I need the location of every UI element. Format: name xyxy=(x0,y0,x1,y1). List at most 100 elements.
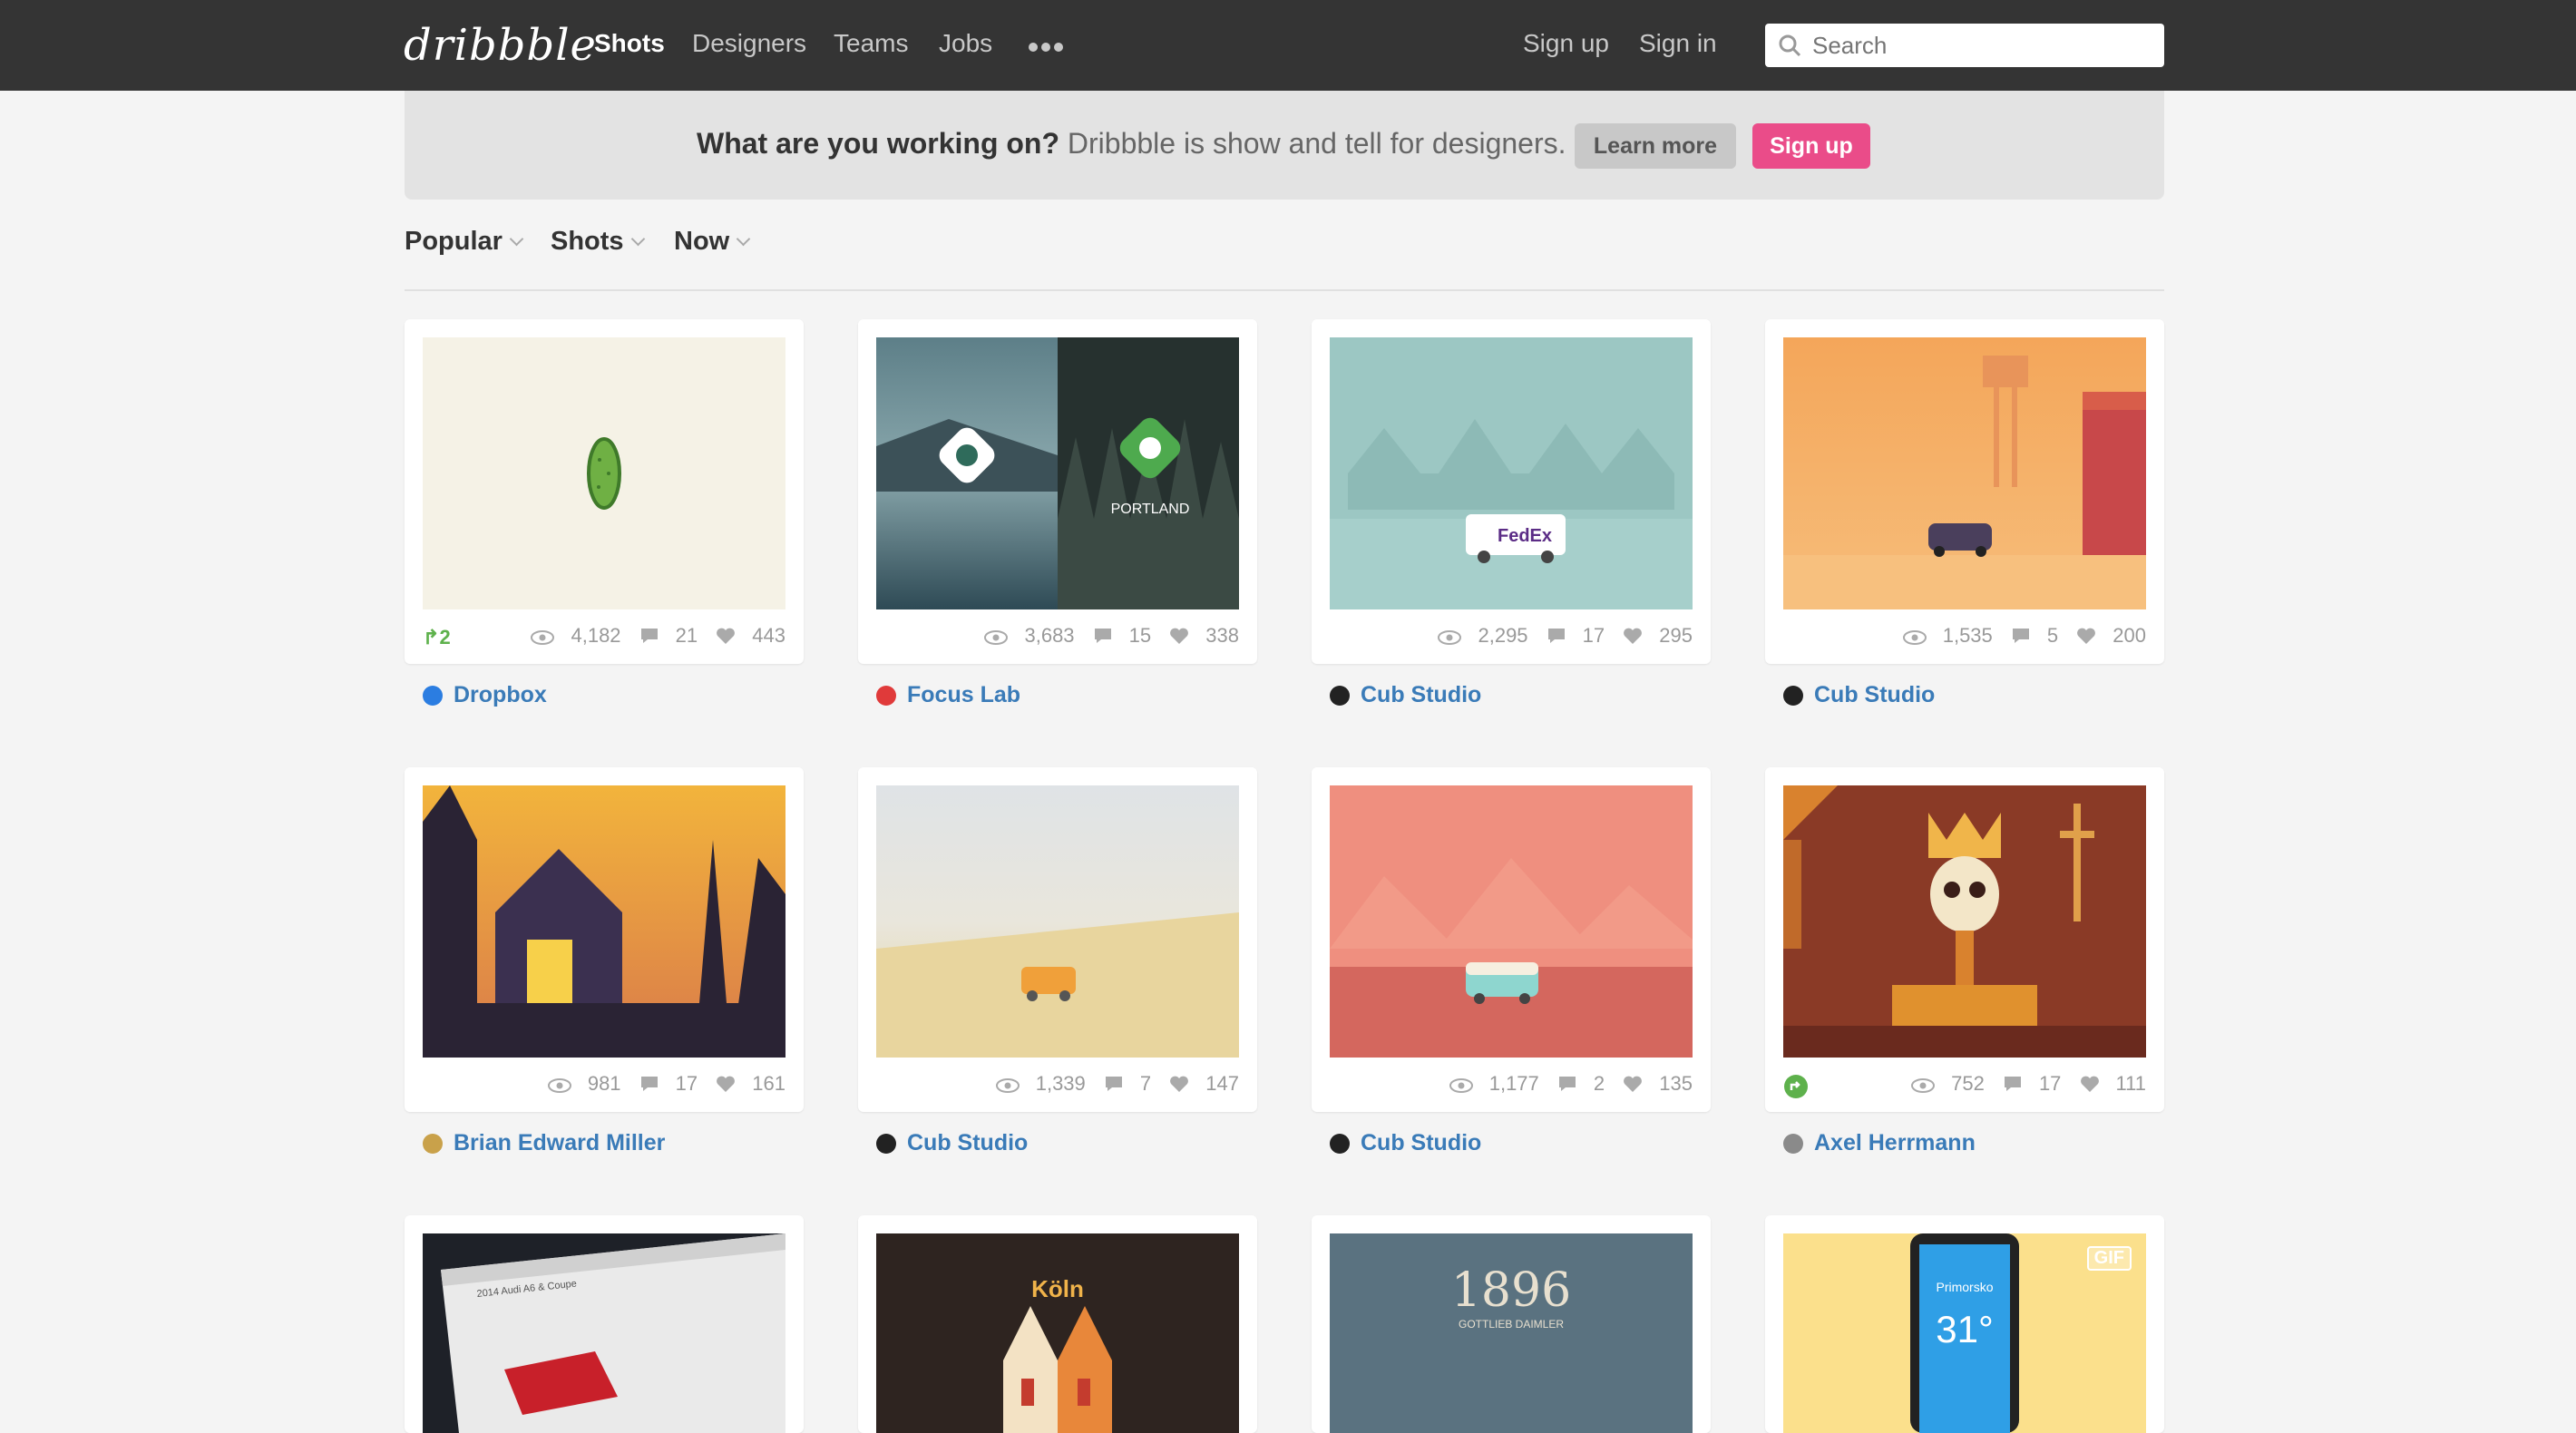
banner-message: What are you working on? Dribbble is sho… xyxy=(697,127,1566,161)
heart-icon xyxy=(717,628,736,644)
filter-shots[interactable]: Shots xyxy=(551,227,645,257)
likes-stat[interactable]: 338 xyxy=(1169,624,1239,647)
shot-thumbnail[interactable]: 1896 GOTTLIEB DAIMLER xyxy=(1330,1233,1693,1433)
shot-author[interactable]: Cub Studio xyxy=(1783,682,1935,708)
comments-stat[interactable]: 7 xyxy=(1104,1072,1151,1095)
skull-king-illustration xyxy=(1783,785,2146,1058)
gif-badge: GIF xyxy=(2086,1246,2132,1271)
shot-card[interactable]: 2014 Audi A6 & Coupe xyxy=(405,1215,804,1433)
weather-temp: 31° xyxy=(1936,1308,1994,1350)
shot-card[interactable]: 1,535 5 200 xyxy=(1765,319,2164,664)
shot-card[interactable]: ↱2 4,182 21 443 xyxy=(405,319,804,664)
views-stat: 4,182 xyxy=(531,624,621,647)
shot-thumbnail[interactable] xyxy=(423,337,785,609)
shot-stats: 2,295 17 295 xyxy=(1425,624,1693,648)
shot-author[interactable]: Dropbox xyxy=(423,682,547,708)
eye-icon xyxy=(995,1078,1020,1093)
learn-more-button[interactable]: Learn more xyxy=(1575,123,1736,169)
likes-stat[interactable]: 443 xyxy=(716,624,785,647)
top-nav-bar: dribbble Shots Designers Teams Jobs Sign… xyxy=(0,0,2576,91)
comments-stat[interactable]: 17 xyxy=(1547,624,1605,647)
likes-value: 135 xyxy=(1659,1072,1693,1095)
comments-stat[interactable]: 17 xyxy=(2003,1072,2061,1095)
views-value: 2,295 xyxy=(1478,624,1528,647)
cub-studio-avatar xyxy=(1330,686,1350,706)
shot-author[interactable]: Axel Herrmann xyxy=(1783,1130,1976,1156)
filter-now[interactable]: Now xyxy=(674,227,751,257)
likes-stat[interactable]: 200 xyxy=(2076,624,2146,647)
rebound-count[interactable]: ↱2 xyxy=(423,626,451,649)
shot-thumbnail[interactable]: Köln xyxy=(876,1233,1239,1433)
author-name: Focus Lab xyxy=(907,682,1021,707)
views-value: 981 xyxy=(587,1072,621,1095)
likes-value: 111 xyxy=(2115,1072,2146,1095)
heart-icon xyxy=(1170,1076,1189,1092)
shot-author[interactable]: Cub Studio xyxy=(876,1130,1028,1156)
shot-thumbnail[interactable]: Primorsko 31° GIF xyxy=(1783,1233,2146,1433)
shot-card[interactable]: 752 17 111 xyxy=(1765,767,2164,1112)
shot-thumbnail[interactable] xyxy=(876,785,1239,1058)
more-dots-icon[interactable] xyxy=(1029,40,1067,56)
comments-stat[interactable]: 5 xyxy=(2011,624,2058,647)
shot-author[interactable]: Brian Edward Miller xyxy=(423,1130,665,1156)
cabin-illustration xyxy=(423,785,785,1058)
nav-shots[interactable]: Shots xyxy=(594,29,665,58)
likes-stat[interactable]: 295 xyxy=(1623,624,1693,647)
shot-thumbnail[interactable]: PORTLAND xyxy=(876,337,1239,609)
filter-now-label: Now xyxy=(674,227,730,256)
comment-icon xyxy=(640,1077,658,1091)
shot-card[interactable]: 1,177 2 135 xyxy=(1312,767,1711,1112)
shot-author[interactable]: Focus Lab xyxy=(876,682,1020,708)
shot-card[interactable]: 1,339 7 147 xyxy=(858,767,1257,1112)
sign-in-link[interactable]: Sign in xyxy=(1639,29,1717,58)
chevron-down-icon xyxy=(630,231,645,247)
likes-stat[interactable]: 147 xyxy=(1169,1072,1239,1095)
shot-card[interactable]: Primorsko 31° GIF xyxy=(1765,1215,2164,1433)
comments-stat[interactable]: 2 xyxy=(1557,1072,1605,1095)
comments-stat[interactable]: 15 xyxy=(1093,624,1151,647)
comments-stat[interactable]: 21 xyxy=(639,624,698,647)
rebound-icon[interactable] xyxy=(1783,1074,1809,1105)
nav-jobs[interactable]: Jobs xyxy=(939,29,992,58)
shot-author[interactable]: Cub Studio xyxy=(1330,682,1481,708)
koln-text: Köln xyxy=(1031,1275,1084,1302)
shot-author[interactable]: Cub Studio xyxy=(1330,1130,1481,1156)
author-name: Brian Edward Miller xyxy=(454,1130,666,1155)
nav-teams[interactable]: Teams xyxy=(834,29,908,58)
shot-thumbnail[interactable]: FedEx xyxy=(1330,337,1693,609)
shot-card[interactable]: FedEx 2,295 17 295 xyxy=(1312,319,1711,664)
banner-sign-up-button[interactable]: Sign up xyxy=(1752,123,1870,169)
shot-card[interactable]: 1896 GOTTLIEB DAIMLER xyxy=(1312,1215,1711,1433)
likes-stat[interactable]: 161 xyxy=(716,1072,785,1095)
likes-stat[interactable]: 135 xyxy=(1623,1072,1693,1095)
shot-stats: 1,339 7 147 xyxy=(983,1072,1239,1096)
views-stat: 1,177 xyxy=(1449,1072,1539,1095)
heart-icon xyxy=(2077,628,2096,644)
axel-herrmann-avatar xyxy=(1783,1134,1803,1154)
comments-value: 5 xyxy=(2046,624,2059,647)
views-stat: 981 xyxy=(547,1072,621,1095)
comment-icon xyxy=(1558,1077,1576,1091)
shot-card[interactable]: Köln xyxy=(858,1215,1257,1433)
shot-thumbnail[interactable] xyxy=(1783,785,2146,1058)
brian-miller-avatar xyxy=(423,1134,443,1154)
views-stat: 2,295 xyxy=(1438,624,1528,647)
shot-card[interactable]: PORTLAND 3,683 15 338 xyxy=(858,319,1257,664)
dribbble-logo[interactable]: dribbble xyxy=(404,20,597,71)
shot-card[interactable]: 981 17 161 xyxy=(405,767,804,1112)
heart-icon xyxy=(1624,1076,1643,1092)
shot-thumbnail[interactable] xyxy=(1330,785,1693,1058)
comment-icon xyxy=(1547,629,1565,643)
shot-thumbnail[interactable]: 2014 Audi A6 & Coupe xyxy=(423,1233,785,1433)
views-value: 1,535 xyxy=(1942,624,1993,647)
chevron-down-icon xyxy=(509,231,524,247)
shot-thumbnail[interactable] xyxy=(423,785,785,1058)
shot-thumbnail[interactable] xyxy=(1783,337,2146,609)
search-input[interactable] xyxy=(1810,31,2150,60)
sign-up-link[interactable]: Sign up xyxy=(1523,29,1609,58)
comments-stat[interactable]: 17 xyxy=(639,1072,698,1095)
likes-stat[interactable]: 111 xyxy=(2080,1072,2146,1095)
nav-designers[interactable]: Designers xyxy=(692,29,806,58)
comments-value: 17 xyxy=(2038,1072,2062,1095)
filter-popular[interactable]: Popular xyxy=(405,227,524,257)
